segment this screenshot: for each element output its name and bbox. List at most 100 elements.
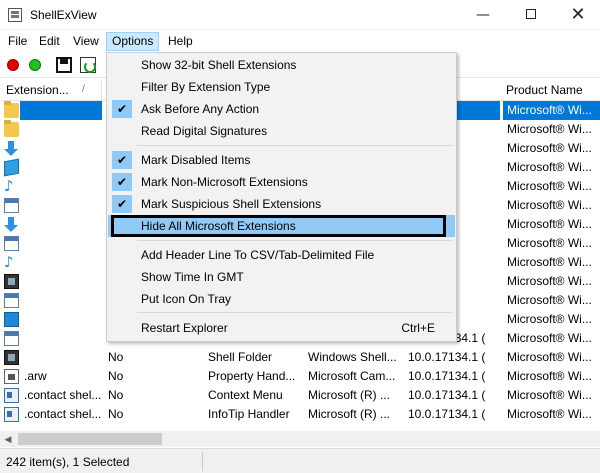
window-title: ShellExView: [30, 8, 97, 22]
minimize-button[interactable]: —: [460, 0, 506, 30]
cell-ext: [20, 329, 102, 348]
window-icon: [4, 198, 19, 213]
menu-file[interactable]: File: [3, 32, 32, 51]
menu-item-ask-before-any-action[interactable]: ✔ Ask Before Any Action: [108, 98, 455, 120]
checkmark-icon: ✔: [112, 173, 132, 191]
arrow-icon: [4, 141, 19, 156]
scrollbar-thumb[interactable]: [18, 433, 162, 445]
scroll-left-icon[interactable]: ◀: [0, 431, 16, 447]
cell-ext: .contact shel...: [24, 407, 102, 421]
cell-prod: Microsoft® Wi...: [507, 179, 592, 193]
cell-ext: [20, 348, 102, 367]
disable-selected-button[interactable]: [4, 56, 22, 74]
menu-item-label: Hide All Microsoft Extensions: [141, 219, 296, 233]
cell-prod: Microsoft® Wi...: [507, 122, 592, 136]
menu-item-mark-non-microsoft-extensions[interactable]: ✔ Mark Non-Microsoft Extensions: [108, 171, 455, 193]
folder-icon: [4, 120, 19, 137]
table-row[interactable]: .arw No Property Hand... Microsoft Cam... 10…: [0, 367, 600, 386]
film-icon: [4, 274, 19, 289]
table-row[interactable]: .contact shel... No InfoTip Handler Microso…: [0, 405, 600, 424]
cell-ext: [20, 253, 102, 272]
cell-ext: .arw: [24, 369, 47, 383]
menu-item-label: Show 32-bit Shell Extensions: [141, 58, 297, 72]
cell-prod: Microsoft® Wi...: [507, 236, 592, 250]
cell-disabled: No: [108, 407, 124, 421]
contact-card-icon: [4, 388, 19, 403]
menu-separator: [137, 145, 453, 146]
contact-card-icon: [4, 407, 19, 422]
menu-help[interactable]: Help: [163, 32, 198, 51]
sort-indicator-icon: /: [82, 84, 85, 95]
menu-item-filter-by-extension-type[interactable]: Filter By Extension Type: [108, 76, 455, 98]
screen-icon: [4, 312, 19, 327]
music-note-icon: ♪: [4, 177, 14, 195]
menu-item-shortcut: Ctrl+E: [401, 321, 435, 335]
cell-prod: Microsoft® Wi...: [507, 312, 592, 326]
menu-item-mark-suspicious-shell-extensions[interactable]: ✔ Mark Suspicious Shell Extensions: [108, 193, 455, 215]
cell-desc: Windows Shell...: [308, 350, 397, 364]
cell-ext: [20, 196, 102, 215]
cell-prod: Microsoft® Wi...: [507, 407, 592, 421]
save-button[interactable]: [56, 57, 72, 73]
menu-item-label: Filter By Extension Type: [141, 80, 271, 94]
cell-ext: [20, 177, 102, 196]
menu-view[interactable]: View: [68, 32, 104, 51]
refresh-button[interactable]: [80, 57, 96, 73]
cell-prod: Microsoft® Wi...: [503, 101, 600, 120]
menu-item-restart-explorer[interactable]: Restart Explorer Ctrl+E: [108, 317, 455, 339]
cell-prod: Microsoft® Wi...: [507, 217, 592, 231]
cell-prod: Microsoft® Wi...: [507, 255, 592, 269]
menu-item-show-time-in-gmt[interactable]: Show Time In GMT: [108, 266, 455, 288]
menu-item-hide-all-microsoft-extensions[interactable]: Hide All Microsoft Extensions: [108, 215, 455, 237]
cell-disabled: No: [108, 388, 124, 402]
cell-prod: Microsoft® Wi...: [507, 350, 592, 364]
cell-ext: [20, 139, 102, 158]
window-icon: [4, 331, 19, 346]
menu-edit[interactable]: Edit: [34, 32, 65, 51]
menu-item-show-32-bit-shell-extensions[interactable]: Show 32-bit Shell Extensions: [108, 54, 455, 76]
cell-ext: [20, 310, 102, 329]
menu-item-read-digital-signatures[interactable]: Read Digital Signatures: [108, 120, 455, 142]
checkmark-icon: ✔: [112, 151, 132, 169]
cell-desc: Microsoft (R) ...: [308, 407, 391, 421]
menu-bar: File Edit View Options Help: [0, 30, 600, 52]
menu-separator: [137, 312, 453, 313]
cell-disabled: No: [108, 350, 124, 364]
folder-icon: [4, 101, 19, 118]
maximize-button[interactable]: [508, 0, 554, 30]
table-row[interactable]: No Shell Folder Windows Shell... 10.0.17134…: [0, 348, 600, 367]
horizontal-scrollbar[interactable]: ◀: [0, 431, 600, 447]
menu-item-label: Add Header Line To CSV/Tab-Delimited Fil…: [141, 248, 375, 262]
cell-prod: Microsoft® Wi...: [507, 198, 592, 212]
enable-selected-button[interactable]: [26, 56, 44, 74]
column-header-extension-label: Extension...: [6, 83, 69, 97]
menu-item-label: Mark Non-Microsoft Extensions: [141, 175, 308, 189]
checkmark-icon: ✔: [112, 195, 132, 213]
cell-disabled: No: [108, 369, 124, 383]
table-row[interactable]: .contact shel... No Context Menu Microsoft …: [0, 386, 600, 405]
arrow-icon: [4, 217, 19, 232]
cell-type: Context Menu: [208, 388, 283, 402]
menu-options[interactable]: Options: [106, 32, 160, 51]
cell-ext: .contact shel...: [24, 388, 102, 402]
cell-type: Property Hand...: [208, 369, 296, 383]
column-header-extension[interactable]: Extension... /: [0, 79, 102, 101]
close-button[interactable]: ✕: [555, 0, 600, 30]
menu-item-add-header-line-to-csv-tab-delimited-file[interactable]: Add Header Line To CSV/Tab-Delimited Fil…: [108, 244, 455, 266]
cell-prod: Microsoft® Wi...: [507, 369, 592, 383]
menu-item-label: Mark Disabled Items: [141, 153, 251, 167]
cell-ext: [20, 291, 102, 310]
cell-prod: Microsoft® Wi...: [507, 388, 592, 402]
cell-ext: [20, 215, 102, 234]
menu-item-put-icon-on-tray[interactable]: Put Icon On Tray: [108, 288, 455, 310]
menu-item-label: Read Digital Signatures: [141, 124, 268, 138]
menu-item-label: Put Icon On Tray: [141, 292, 232, 306]
menu-item-mark-disabled-items[interactable]: ✔ Mark Disabled Items: [108, 149, 455, 171]
column-header-product-name[interactable]: Product Name: [500, 79, 600, 101]
window-icon: [4, 293, 19, 308]
cell-ver: 10.0.17134.1 (: [408, 369, 486, 383]
maximize-icon: [526, 9, 536, 19]
checkmark-icon: ✔: [112, 100, 132, 118]
cell-ver: 10.0.17134.1 (: [408, 407, 486, 421]
app-icon: [8, 8, 22, 22]
